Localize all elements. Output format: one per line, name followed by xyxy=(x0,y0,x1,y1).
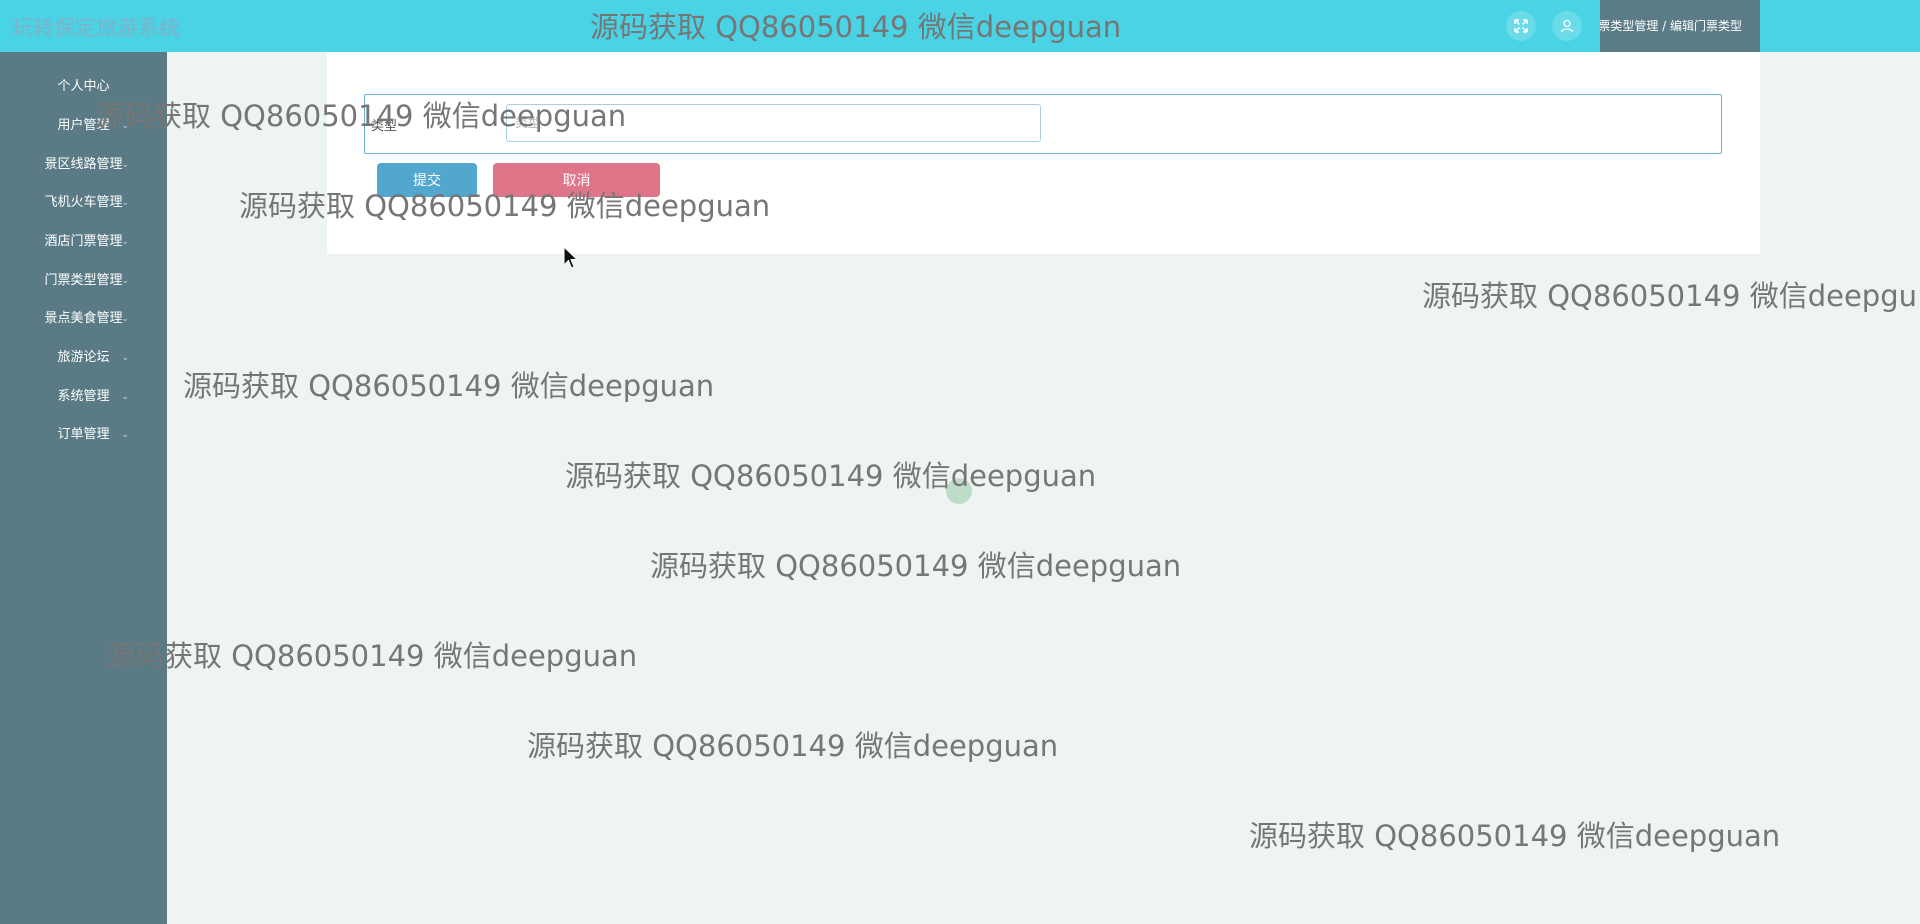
sidebar-item-label: 飞机火车管理 xyxy=(44,195,123,210)
user-icon-glyph xyxy=(1560,19,1574,33)
watermark-text: 源码获取 QQ86050149 微信deepguan xyxy=(565,459,1097,493)
watermark-text: 源码获取 QQ86050149 微信deepguan xyxy=(1249,819,1781,853)
chevron-down-icon: ⌄ xyxy=(121,353,129,363)
breadcrumb-text: 门票类型管理 / 编辑门票类型 xyxy=(1600,19,1742,33)
sidebar-item-scenic-routes[interactable]: 景区线路管理 ⌄ xyxy=(0,146,167,184)
chevron-down-icon: ⌄ xyxy=(121,314,129,324)
sidebar-item-label: 景点美食管理 xyxy=(44,311,123,326)
mouse-cursor-icon xyxy=(563,246,579,269)
breadcrumb: 门票类型管理 / 编辑门票类型 xyxy=(1600,0,1760,52)
sidebar-item-hotel-tickets[interactable]: 酒店门票管理 ⌄ xyxy=(0,223,167,261)
sidebar-item-label: 旅游论坛 xyxy=(57,350,110,365)
sidebar-item-ticket-types[interactable]: 门票类型管理 ⌄ xyxy=(0,262,167,300)
sidebar-item-travel-forum[interactable]: 旅游论坛 ⌄ xyxy=(0,339,167,377)
sidebar-item-system-management[interactable]: 系统管理 ⌄ xyxy=(0,378,167,416)
sidebar-item-label: 景区线路管理 xyxy=(44,157,123,172)
watermark-text: 源码获取 QQ86050149 微信deepguan xyxy=(590,10,1122,44)
sidebar-item-label: 门票类型管理 xyxy=(44,273,123,288)
sidebar-item-label: 订单管理 xyxy=(57,427,110,442)
sidebar-item-scenic-food[interactable]: 景点美食管理 ⌄ xyxy=(0,300,167,338)
chevron-down-icon: ⌄ xyxy=(121,198,129,208)
chevron-down-icon: ⌄ xyxy=(121,237,129,247)
app-title: 玩转保定旅游系统 xyxy=(12,16,180,40)
watermark-text: 源码获取 QQ86050149 微信deepguan xyxy=(527,729,1059,763)
expand-icon-glyph xyxy=(1514,19,1528,33)
watermark-text: 源码获取 QQ86050149 微信deepguan xyxy=(106,639,638,673)
watermark-text: 源码获取 QQ86050149 微信deepguan xyxy=(650,549,1182,583)
expand-icon[interactable] xyxy=(1506,11,1536,41)
watermark-text: 源码获取 QQ86050149 微信deepguan xyxy=(183,369,715,403)
sidebar-item-flight-train[interactable]: 飞机火车管理 ⌄ xyxy=(0,184,167,222)
chevron-down-icon: ⌄ xyxy=(121,276,129,286)
chevron-down-icon: ⌄ xyxy=(121,430,129,440)
watermark-text: 源码获取 QQ86050149 微信deepguan xyxy=(95,99,627,133)
sidebar-item-order-management[interactable]: 订单管理 ⌄ xyxy=(0,416,167,454)
sidebar: 个人中心 用户管理 ⌄ 景区线路管理 ⌄ 飞机火车管理 ⌄ 酒店门票管理 ⌄ 门… xyxy=(0,52,167,924)
sidebar-item-label: 酒店门票管理 xyxy=(44,234,123,249)
user-icon[interactable] xyxy=(1552,11,1582,41)
watermark-text: 源码获取 QQ86050149 微信deepguan xyxy=(239,189,771,223)
sidebar-item-label: 系统管理 xyxy=(57,389,110,404)
watermark-text: 源码获取 QQ86050149 微信deepgu xyxy=(1422,279,1917,313)
sidebar-item-label: 个人中心 xyxy=(57,79,110,94)
chevron-down-icon: ⌄ xyxy=(121,160,129,170)
chevron-down-icon: ⌄ xyxy=(121,392,129,402)
